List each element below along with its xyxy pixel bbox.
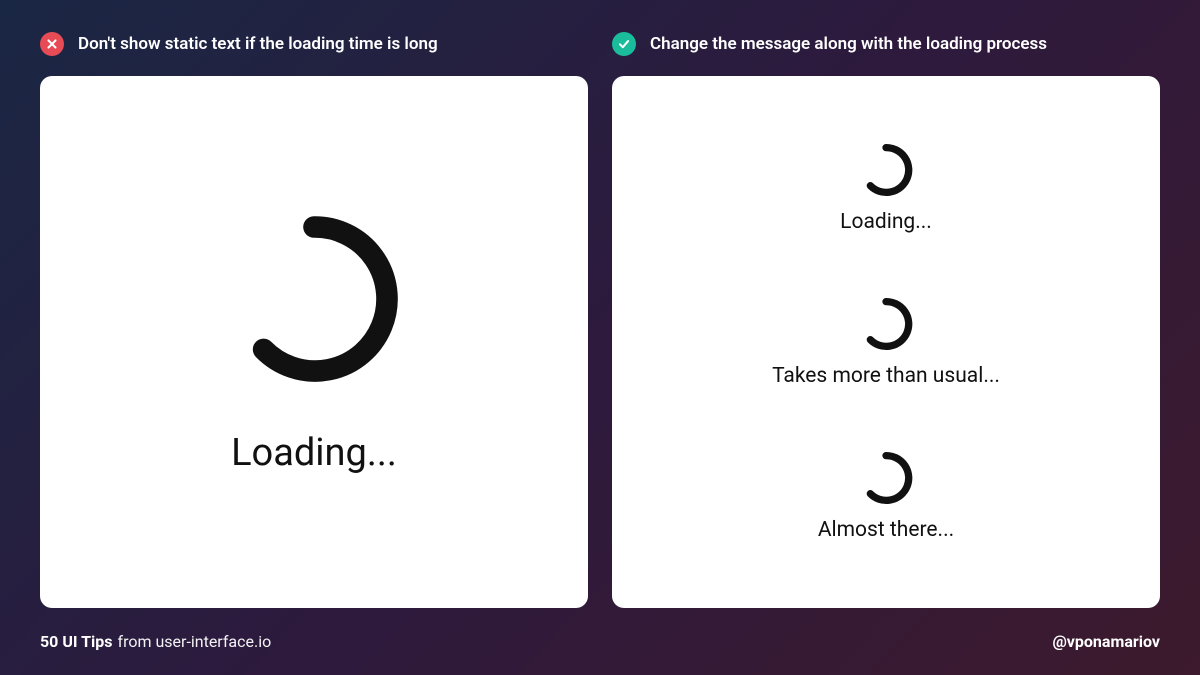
footer: 50 UI Tips from user-interface.io @vpona… bbox=[40, 608, 1160, 675]
do-header: Change the message along with the loadin… bbox=[612, 32, 1160, 56]
footer-handle: @vponamariov bbox=[1052, 632, 1160, 651]
loading-state-text: Loading... bbox=[840, 210, 932, 234]
do-header-text: Change the message along with the loadin… bbox=[650, 34, 1047, 54]
check-icon bbox=[612, 32, 636, 56]
spinner-icon bbox=[224, 209, 404, 389]
cross-icon bbox=[40, 32, 64, 56]
dont-header: Don't show static text if the loading ti… bbox=[40, 32, 588, 56]
loading-text: Loading... bbox=[231, 431, 397, 475]
loading-state-text: Takes more than usual... bbox=[772, 364, 1000, 388]
footer-attribution: 50 UI Tips from user-interface.io bbox=[40, 632, 271, 651]
dont-column: Don't show static text if the loading ti… bbox=[40, 32, 588, 608]
loading-state-3: Almost there... bbox=[818, 450, 954, 542]
do-card: Loading... Takes more than usual... Almo… bbox=[612, 76, 1160, 608]
spinner-icon bbox=[858, 296, 914, 352]
spinner-icon bbox=[858, 142, 914, 198]
footer-source: from user-interface.io bbox=[118, 632, 272, 651]
loading-state-1: Loading... bbox=[840, 142, 932, 234]
footer-title: 50 UI Tips bbox=[40, 632, 113, 651]
dont-card: Loading... bbox=[40, 76, 588, 608]
do-column: Change the message along with the loadin… bbox=[612, 32, 1160, 608]
loading-state-2: Takes more than usual... bbox=[772, 296, 1000, 388]
loading-state-text: Almost there... bbox=[818, 518, 954, 542]
spinner-icon bbox=[858, 450, 914, 506]
dont-header-text: Don't show static text if the loading ti… bbox=[78, 34, 438, 54]
